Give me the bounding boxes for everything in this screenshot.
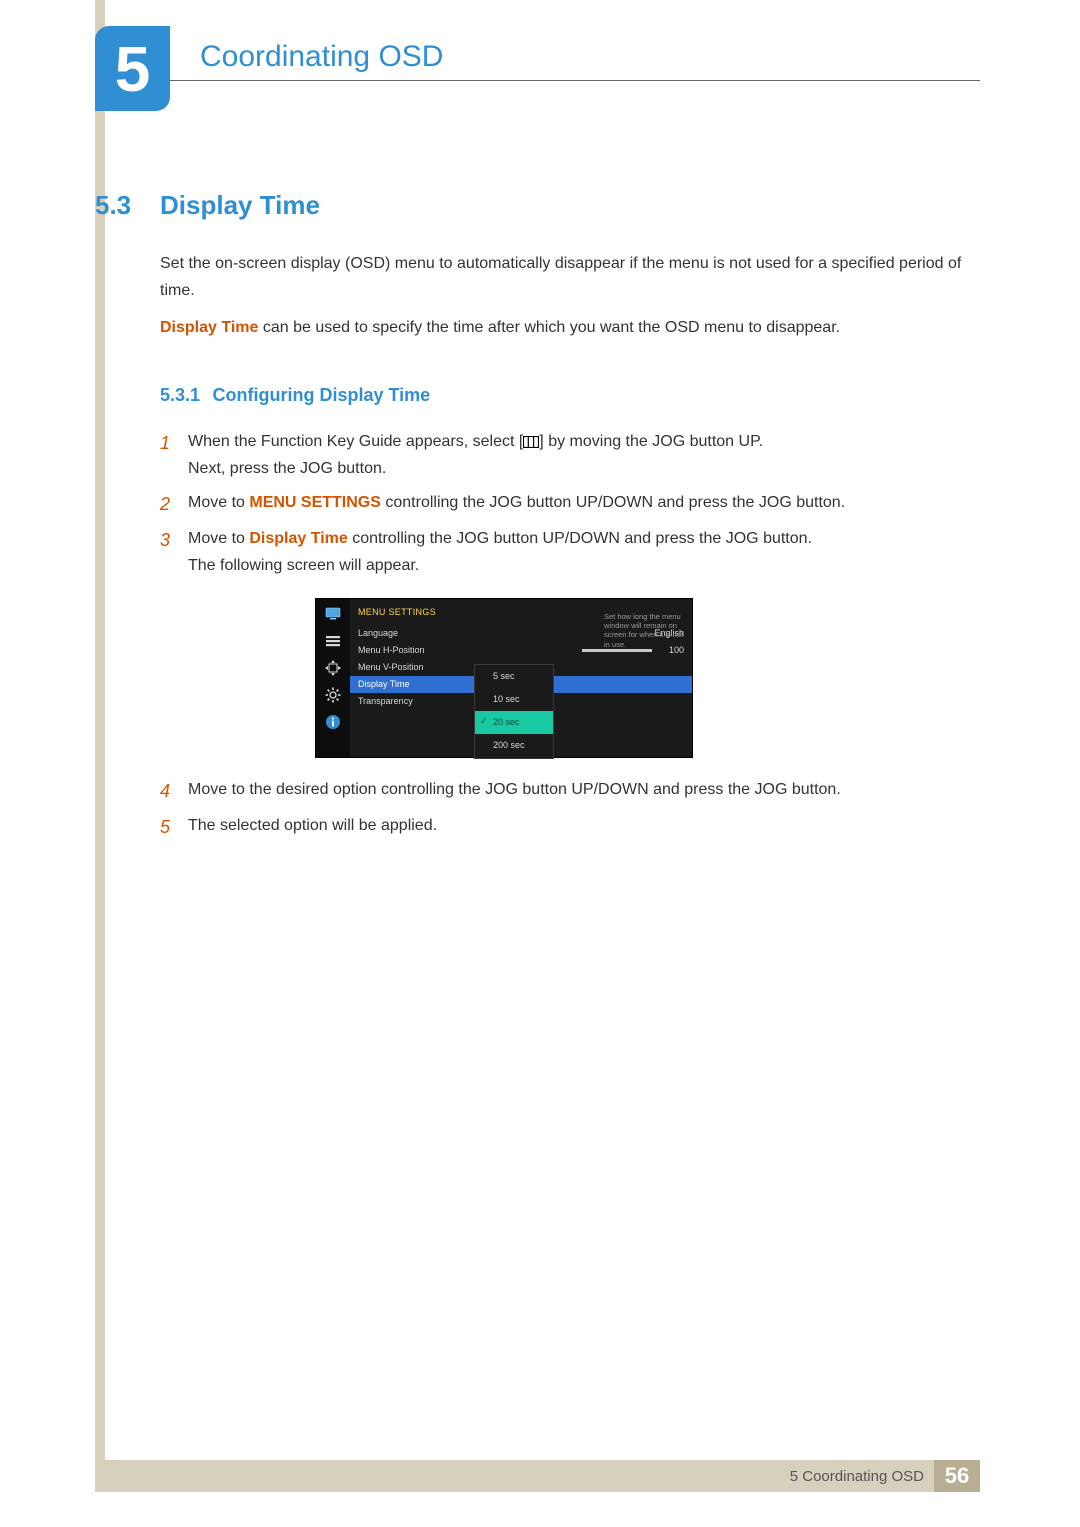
- step-3: 3 Move to Display Time controlling the J…: [160, 525, 980, 579]
- list-icon: [324, 632, 342, 650]
- info-icon: [324, 713, 342, 731]
- gear-icon: [324, 686, 342, 704]
- step-3-text: Move to Display Time controlling the JOG…: [188, 525, 980, 579]
- osd-option-20sec: 20 sec: [475, 711, 553, 734]
- osd-hpos-slider: [582, 649, 652, 652]
- osd-popup: 5 sec 10 sec 20 sec 200 sec: [474, 664, 554, 759]
- step-number-5: 5: [160, 812, 188, 843]
- step-number-3: 3: [160, 525, 188, 579]
- menu-icon: [523, 436, 539, 448]
- step-number-4: 4: [160, 776, 188, 807]
- chapter-rule: [170, 80, 980, 81]
- step-4-text: Move to the desired option controlling t…: [188, 776, 980, 807]
- step-1: 1 When the Function Key Guide appears, s…: [160, 428, 980, 482]
- osd-hint: Set how long the menu window will remain…: [604, 612, 689, 650]
- chapter-tab: 5: [95, 26, 170, 111]
- osd-option-200sec: 200 sec: [475, 734, 553, 757]
- step-5: 5 The selected option will be applied.: [160, 812, 980, 843]
- intro-paragraph-2: Display Time can be used to specify the …: [160, 314, 980, 341]
- steps-list-continued: 4 Move to the desired option controlling…: [160, 776, 980, 843]
- step-2-text: Move to MENU SETTINGS controlling the JO…: [188, 489, 980, 520]
- osd-option-10sec: 10 sec: [475, 688, 553, 711]
- section-number: 5.3: [95, 190, 131, 221]
- arrows-icon: [324, 659, 342, 677]
- footer-page-number: 56: [934, 1460, 980, 1492]
- step-2: 2 Move to MENU SETTINGS controlling the …: [160, 489, 980, 520]
- footer-bar: 5 Coordinating OSD 56: [95, 1460, 980, 1492]
- chapter-number: 5: [115, 32, 151, 106]
- content-body: Set the on-screen display (OSD) menu to …: [160, 250, 980, 849]
- steps-list: 1 When the Function Key Guide appears, s…: [160, 428, 980, 579]
- intro-paragraph-1: Set the on-screen display (OSD) menu to …: [160, 250, 980, 304]
- osd-screenshot: MENU SETTINGS Language English Menu H-Po…: [315, 598, 693, 758]
- section-title: Display Time: [160, 190, 320, 221]
- step-number-2: 2: [160, 489, 188, 520]
- subsection-number: 5.3.1: [160, 380, 200, 411]
- osd-main: MENU SETTINGS Language English Menu H-Po…: [350, 599, 692, 757]
- step-4: 4 Move to the desired option controlling…: [160, 776, 980, 807]
- step-1-text: When the Function Key Guide appears, sel…: [188, 428, 980, 482]
- monitor-icon: [324, 605, 342, 623]
- footer-text: 5 Coordinating OSD: [790, 1468, 934, 1485]
- step-number-1: 1: [160, 428, 188, 482]
- osd-tabs: [316, 599, 350, 757]
- display-time-strong: Display Time: [160, 319, 258, 336]
- step-5-text: The selected option will be applied.: [188, 812, 980, 843]
- subsection-title: Configuring Display Time: [213, 380, 431, 411]
- chapter-title: Coordinating OSD: [200, 40, 443, 74]
- intro-2b: can be used to specify the time after wh…: [258, 319, 840, 336]
- osd-option-5sec: 5 sec: [475, 665, 553, 688]
